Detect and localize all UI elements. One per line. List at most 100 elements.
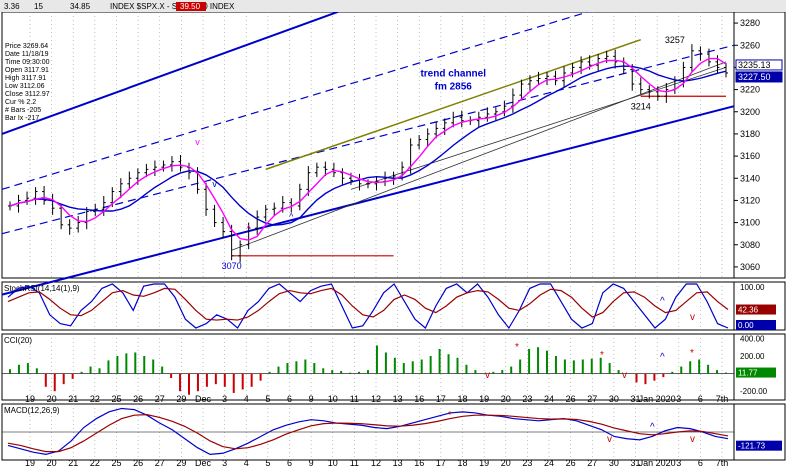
- y-tick-label: 3060: [740, 262, 760, 272]
- info-line: Price 3269.64: [5, 43, 48, 50]
- x-tick-label: 18: [457, 458, 467, 468]
- x-tick-label-mid: 26: [566, 394, 576, 404]
- y-tick-label: 3120: [740, 195, 760, 205]
- info-line: Time 09:30:00: [5, 59, 50, 66]
- y-tick-label: 3220: [740, 85, 760, 95]
- info-line: High 3117.91: [5, 75, 46, 82]
- a-3214: 3214: [631, 102, 651, 112]
- x-tick-label-mid: 19: [479, 394, 489, 404]
- y-tick-label: 3280: [740, 18, 760, 28]
- x-tick-label: 29: [176, 458, 186, 468]
- cci-tick-label: 400.00: [740, 334, 765, 343]
- x-tick-label-mid: 20: [501, 394, 511, 404]
- x-tick-label-mid: 20: [47, 394, 57, 404]
- stoch-v: v: [690, 312, 695, 323]
- x-tick-label: 25: [111, 458, 121, 468]
- x-tick-label: 27: [155, 458, 165, 468]
- x-tick-label-mid: 7th: [716, 394, 729, 404]
- macd-annotation: ^: [650, 422, 655, 433]
- macd-annotation: v: [607, 434, 612, 445]
- x-tick-label: 6: [698, 458, 703, 468]
- header-symbol: INDEX $SPX.X - S & P 500 INDEX: [110, 2, 235, 11]
- header-field-1: 3.36: [4, 2, 20, 11]
- macd-annotation: v: [690, 434, 695, 445]
- x-tick-label: 20: [47, 458, 57, 468]
- x-tick-label-mid: 26: [133, 394, 143, 404]
- x-tick-label: 19: [479, 458, 489, 468]
- x-tick-label-mid: 13: [393, 394, 403, 404]
- info-line: Open 3117.91: [5, 67, 49, 74]
- cci-annotation: v: [485, 370, 490, 381]
- x-tick-label-mid: 4: [244, 394, 249, 404]
- info-line: # Bars -205: [5, 107, 41, 114]
- a-3070: 3070: [222, 261, 242, 271]
- x-tick-label-mid: Jan 2020: [639, 394, 676, 404]
- x-tick-label-mid: 12: [371, 394, 381, 404]
- info-line: Date 11/18/19: [5, 51, 49, 58]
- x-tick-label-mid: 30: [609, 394, 619, 404]
- cci-last-value: 11.77: [738, 369, 758, 378]
- x-tick-label-mid: 18: [457, 394, 467, 404]
- x-tick-label: 19: [25, 458, 35, 468]
- a-3257: 3257: [665, 35, 685, 45]
- stoch-last-value-2: 0.00: [738, 321, 754, 330]
- x-tick-label: 3: [222, 458, 227, 468]
- x-tick-label: 17: [436, 458, 446, 468]
- cci-annotation: *: [600, 350, 604, 361]
- last-value-label: 3235.13: [738, 60, 771, 70]
- y-tick-label: 3080: [740, 240, 760, 250]
- panel-price: [1, 11, 735, 279]
- x-tick-label-mid: 6: [698, 394, 703, 404]
- x-tick-label: 3: [676, 458, 681, 468]
- last-value-label: 3227.50: [738, 72, 771, 82]
- x-tick-label: 7th: [716, 458, 729, 468]
- y-tick-label: 3260: [740, 40, 760, 50]
- stoch-caret: ^: [660, 296, 665, 307]
- cci-tick-label: 200.00: [740, 352, 765, 361]
- x-tick-label: 6: [287, 458, 292, 468]
- stoch-tick-100: 100.00: [740, 283, 765, 292]
- cci-annotation: *: [515, 342, 519, 353]
- x-tick-label-mid: 10: [328, 394, 338, 404]
- x-tick-label-mid: 9: [309, 394, 314, 404]
- info-line: Cur % 2.2: [5, 99, 36, 106]
- cci-annotation: ^: [660, 352, 665, 363]
- x-tick-label: 12: [371, 458, 381, 468]
- scale-price: [733, 11, 786, 279]
- x-tick-label-mid: 27: [155, 394, 165, 404]
- turn-v-2: v: [212, 179, 217, 189]
- info-line: Bar Ix -217: [5, 115, 39, 122]
- stoch-last-value: 42.36: [738, 306, 759, 315]
- x-tick-label: 22: [90, 458, 100, 468]
- x-tick-label: 13: [393, 458, 403, 468]
- x-tick-label-mid: 23: [522, 394, 532, 404]
- chart-canvas: 19 19 20 20 21 21 22 22 25 25 26 26 27 27 29 29 Dec Dec 3 3…: [0, 0, 786, 468]
- x-tick-label-mid: 11: [350, 394, 359, 404]
- x-tick-label: 10: [328, 458, 338, 468]
- x-tick-label-mid: 3: [222, 394, 227, 404]
- x-tick-label: 4: [244, 458, 249, 468]
- y-tick-label: 3160: [740, 151, 760, 161]
- macd-title: MACD(12,26,9): [4, 406, 60, 415]
- y-tick-label: 3100: [740, 218, 760, 228]
- header-field-2: 15: [34, 2, 43, 11]
- x-tick-label-mid: 3: [676, 394, 681, 404]
- x-tick-label: 26: [566, 458, 576, 468]
- cci-annotation: v: [622, 370, 627, 381]
- x-tick-label: 9: [309, 458, 314, 468]
- x-tick-label-mid: 5: [265, 394, 270, 404]
- x-tick-label: 30: [609, 458, 619, 468]
- x-tick-label-mid: 17: [436, 394, 446, 404]
- x-tick-label: Jan 2020: [639, 458, 676, 468]
- y-tick-label: 3140: [740, 173, 760, 183]
- turn-v-1: v: [195, 137, 200, 147]
- cci-title: CCI(20): [4, 336, 32, 345]
- macd-annotation: *: [448, 410, 452, 421]
- cci-tick-label: -200.00: [740, 387, 768, 396]
- y-tick-label: 3180: [740, 129, 760, 139]
- x-tick-label: 23: [522, 458, 532, 468]
- info-line: Close 3112.97: [5, 91, 50, 98]
- x-tick-label-mid: 19: [25, 394, 35, 404]
- scale-macd: [733, 403, 786, 461]
- x-tick-label: 27: [587, 458, 597, 468]
